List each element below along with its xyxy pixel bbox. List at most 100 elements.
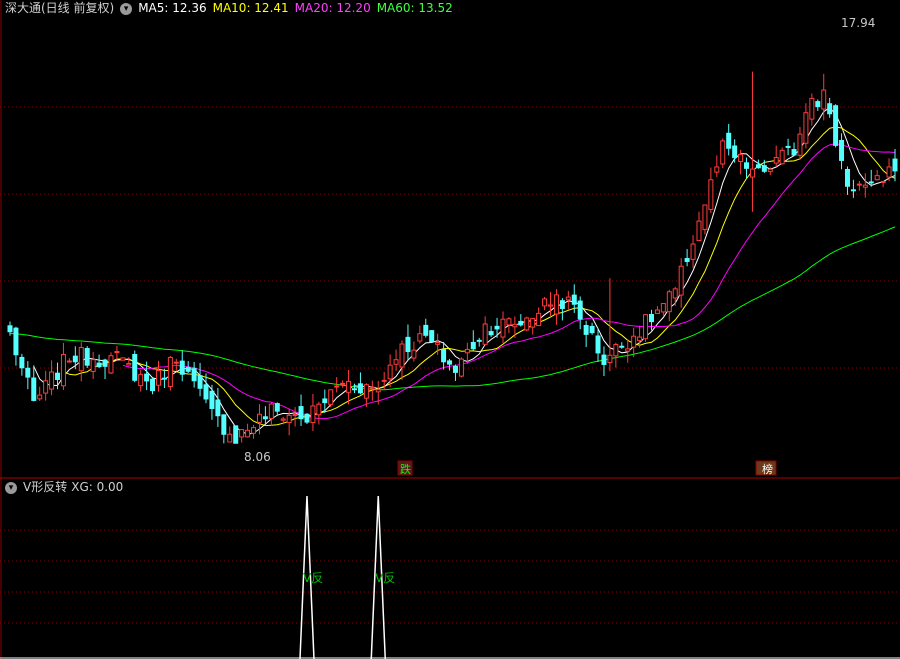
candle-down <box>648 313 654 323</box>
chevron-down-icon[interactable]: ▾ <box>5 481 17 494</box>
indicator-xg-value: XG: 0.00 <box>71 480 124 494</box>
candle-up <box>631 335 637 348</box>
candle-down <box>791 149 797 156</box>
indicator-panel <box>0 495 900 659</box>
candle-down <box>304 413 310 423</box>
candle-down <box>732 145 738 159</box>
candle-up <box>251 427 257 434</box>
candle-up <box>108 355 114 374</box>
candle-up <box>672 288 678 299</box>
candle-up <box>738 153 744 163</box>
candle-up <box>417 333 423 342</box>
candle-down <box>405 336 411 353</box>
candle-down <box>132 354 138 381</box>
candle-down <box>351 388 357 391</box>
candle-down <box>815 101 821 108</box>
candle-up <box>399 343 405 368</box>
candle-up <box>43 380 49 394</box>
candle-down <box>197 375 203 389</box>
candle-down <box>844 168 850 187</box>
candle-up <box>49 371 55 390</box>
candle-down <box>144 373 150 382</box>
candle-up <box>660 303 666 313</box>
candle-up <box>702 204 708 230</box>
candle-up <box>880 180 886 183</box>
candle-down <box>488 331 494 336</box>
candle-down <box>179 360 185 375</box>
candle-up <box>506 318 512 326</box>
candle-down <box>583 324 589 335</box>
candle-down <box>684 258 690 262</box>
indicator-name: V形反转 <box>23 480 68 494</box>
candle-down <box>577 300 583 320</box>
candle-up <box>678 265 684 296</box>
candle-up <box>803 112 809 144</box>
candle-down <box>19 356 25 369</box>
candle-down <box>441 348 447 363</box>
candle-up <box>120 357 126 361</box>
candle-up <box>280 418 286 421</box>
candle-down <box>209 390 215 409</box>
candle-up <box>268 403 274 420</box>
candle-up <box>886 166 892 178</box>
grid-lines <box>0 0 900 659</box>
candle-down <box>726 132 732 149</box>
candle-up <box>393 359 399 365</box>
candle-up <box>548 304 554 307</box>
candle-down <box>839 139 845 161</box>
candle-up <box>310 405 316 424</box>
candle-down <box>785 145 791 148</box>
signal-label-2: V反 <box>375 571 395 585</box>
candle-up <box>334 385 340 388</box>
candle-up <box>239 429 245 438</box>
candle-up <box>862 184 868 188</box>
candle-down <box>452 365 458 373</box>
chevron-down-icon[interactable]: ▾ <box>120 2 133 15</box>
candle-down <box>150 378 156 392</box>
candle-down <box>571 294 577 305</box>
event-marker-rank: 榜 <box>762 462 773 476</box>
candle-up <box>114 351 120 354</box>
candle-up <box>542 298 548 307</box>
candle-up <box>708 179 714 210</box>
candle-down <box>215 399 221 417</box>
candle-up <box>458 358 464 377</box>
candle-up <box>613 343 619 357</box>
candle-up <box>809 97 815 120</box>
candle-up <box>767 168 773 173</box>
candle-up <box>363 384 369 399</box>
candle-up <box>256 413 262 423</box>
ma5-value: MA5: 12.36 <box>138 1 207 15</box>
candle-down <box>850 189 856 192</box>
chart-canvas: 17.94 8.06 跌 榜 V反 V反 <box>0 0 900 659</box>
candle-up <box>749 168 755 178</box>
candle-down <box>518 320 524 326</box>
candle-down <box>262 416 268 420</box>
candle-up <box>625 348 631 352</box>
candle-up <box>643 314 649 340</box>
candle-up <box>512 323 518 328</box>
candle-up <box>821 89 827 110</box>
candle-up <box>90 359 96 372</box>
candle-up <box>126 363 132 366</box>
ma5-line <box>33 107 896 435</box>
candle-down <box>476 339 482 342</box>
high-price-label: 17.94 <box>841 16 875 30</box>
candle-down <box>429 330 435 343</box>
candle-down <box>601 354 607 365</box>
candle-down <box>744 162 750 169</box>
candle-up <box>435 342 441 345</box>
candle-up <box>155 370 161 386</box>
stock-title: 深大通(日线 前复权) <box>5 1 115 15</box>
candle-up <box>874 175 880 181</box>
candle-down <box>72 355 78 363</box>
candle-down <box>322 398 328 404</box>
candle-up <box>227 433 233 443</box>
candle-down <box>761 165 767 172</box>
candle-up <box>173 361 179 364</box>
candle-up <box>696 220 702 242</box>
low-price-label: 8.06 <box>244 450 271 464</box>
candle-down <box>233 425 239 444</box>
candle-up <box>286 414 292 424</box>
candle-up <box>316 403 322 416</box>
